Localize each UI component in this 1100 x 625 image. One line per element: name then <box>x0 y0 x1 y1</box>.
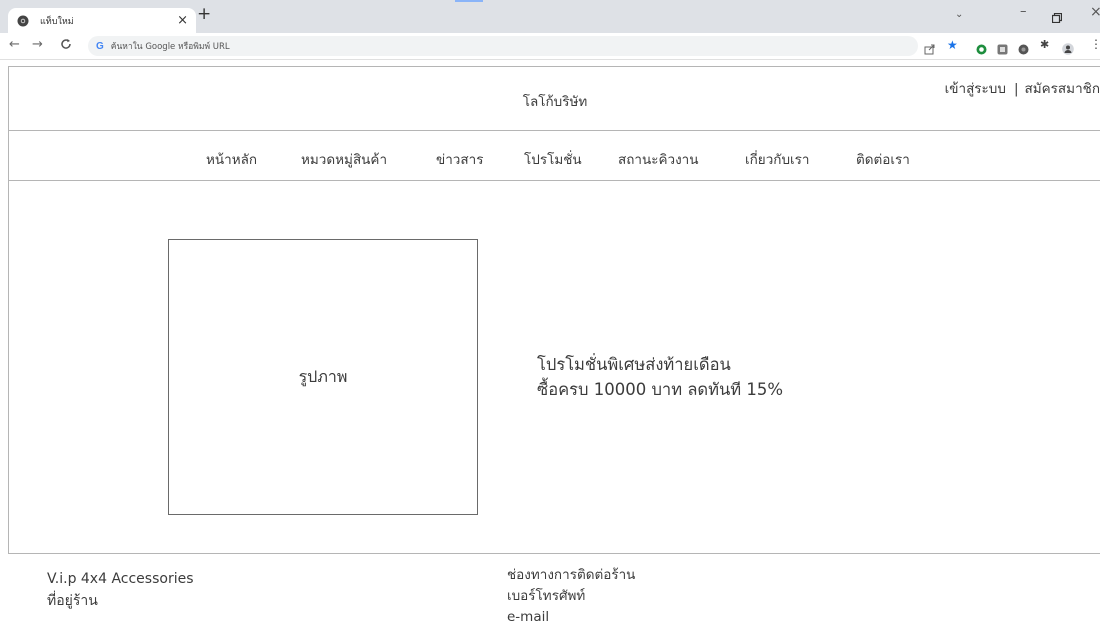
register-link[interactable]: สมัครสมาชิก <box>1025 81 1100 97</box>
auth-separator: | <box>1013 81 1019 97</box>
contact-title: ช่องทางการติดต่อร้าน <box>507 567 636 583</box>
phone-label: เบอร์โทรศัพท์ <box>507 588 586 604</box>
promotion-text: โปรโมชั่นพิเศษส่งท้ายเดือน ซื้อครบ 10000… <box>537 352 783 402</box>
bookmark-star-icon[interactable]: ★ <box>947 38 958 52</box>
login-link[interactable]: เข้าสู่ระบบ <box>945 81 1006 97</box>
nav-item-queue-status[interactable]: สถานะคิวงาน <box>618 148 699 170</box>
promotion-title: โปรโมชั่นพิเศษส่งท้ายเดือน <box>537 355 731 374</box>
tab-close-button[interactable]: × <box>177 14 188 27</box>
window-close-icon[interactable]: × <box>1090 4 1100 20</box>
promotion-detail: ซื้อครบ 10000 บาท ลดทันที 15% <box>537 380 784 399</box>
extension-green-icon[interactable] <box>976 40 987 55</box>
puzzle-icon[interactable]: ✱ <box>1040 38 1051 51</box>
omnibox-placeholder: ค้นหาใน Google หรือพิมพ์ URL <box>110 42 230 52</box>
back-icon[interactable]: ← <box>9 38 20 51</box>
google-icon: G <box>96 40 104 52</box>
nav-item-home[interactable]: หน้าหลัก <box>206 148 257 170</box>
extension-gray-icon[interactable] <box>997 40 1008 55</box>
tab-title: แท็บใหม่ <box>40 16 74 27</box>
nav-item-about[interactable]: เกี่ยวกับเรา <box>745 148 809 170</box>
extension-dark-icon[interactable] <box>1018 40 1029 55</box>
shop-name: V.i.p 4x4 Accessories <box>47 571 194 587</box>
tab-search-chevron-icon[interactable]: ⌄ <box>955 9 963 20</box>
company-logo[interactable]: โลโก้บริษัท <box>9 90 1100 112</box>
auth-links: เข้าสู่ระบบ | สมัครสมาชิก <box>945 77 1100 99</box>
footer-contact-info: ช่องทางการติดต่อร้าน เบอร์โทรศัพท์ e-mai… <box>507 565 635 625</box>
forward-icon[interactable]: → <box>32 38 43 51</box>
chrome-icon <box>16 14 30 28</box>
share-icon[interactable] <box>924 40 935 55</box>
site-header: โลโก้บริษัท เข้าสู่ระบบ | สมัครสมาชิก <box>8 66 1100 130</box>
reload-icon[interactable] <box>60 38 72 53</box>
footer-shop-info: V.i.p 4x4 Accessories ที่อยู่ร้าน <box>47 568 194 612</box>
minimize-icon[interactable]: – <box>1020 4 1027 19</box>
nav-item-categories[interactable]: หมวดหมู่สินค้า <box>301 148 387 170</box>
product-image-placeholder: รูปภาพ <box>168 239 478 515</box>
main-nav: หน้าหลัก หมวดหมู่สินค้า ข่าวสาร โปรโมชั่… <box>8 130 1100 181</box>
menu-icon[interactable]: ⋮ <box>1090 37 1100 51</box>
tab-indicator <box>455 0 483 2</box>
email-label: e-mail <box>507 609 550 625</box>
restore-icon[interactable] <box>1051 8 1063 24</box>
profile-icon[interactable] <box>1062 40 1074 55</box>
new-tab-button[interactable]: + <box>197 4 211 24</box>
nav-item-promotions[interactable]: โปรโมชั่น <box>524 148 582 170</box>
omnibox[interactable]: G ค้นหาใน Google หรือพิมพ์ URL <box>88 36 918 56</box>
nav-item-news[interactable]: ข่าวสาร <box>436 148 483 170</box>
browser-tab-strip: แท็บใหม่ × + ⌄ – × <box>0 0 1100 33</box>
nav-item-contact[interactable]: ติดต่อเรา <box>856 148 910 170</box>
browser-tab[interactable]: แท็บใหม่ × <box>8 8 196 33</box>
image-label: รูปภาพ <box>298 366 348 386</box>
shop-address-label: ที่อยู่ร้าน <box>47 593 98 609</box>
browser-toolbar: ← → G ค้นหาใน Google หรือพิมพ์ URL ★ ✱ ⋮ <box>0 33 1100 60</box>
